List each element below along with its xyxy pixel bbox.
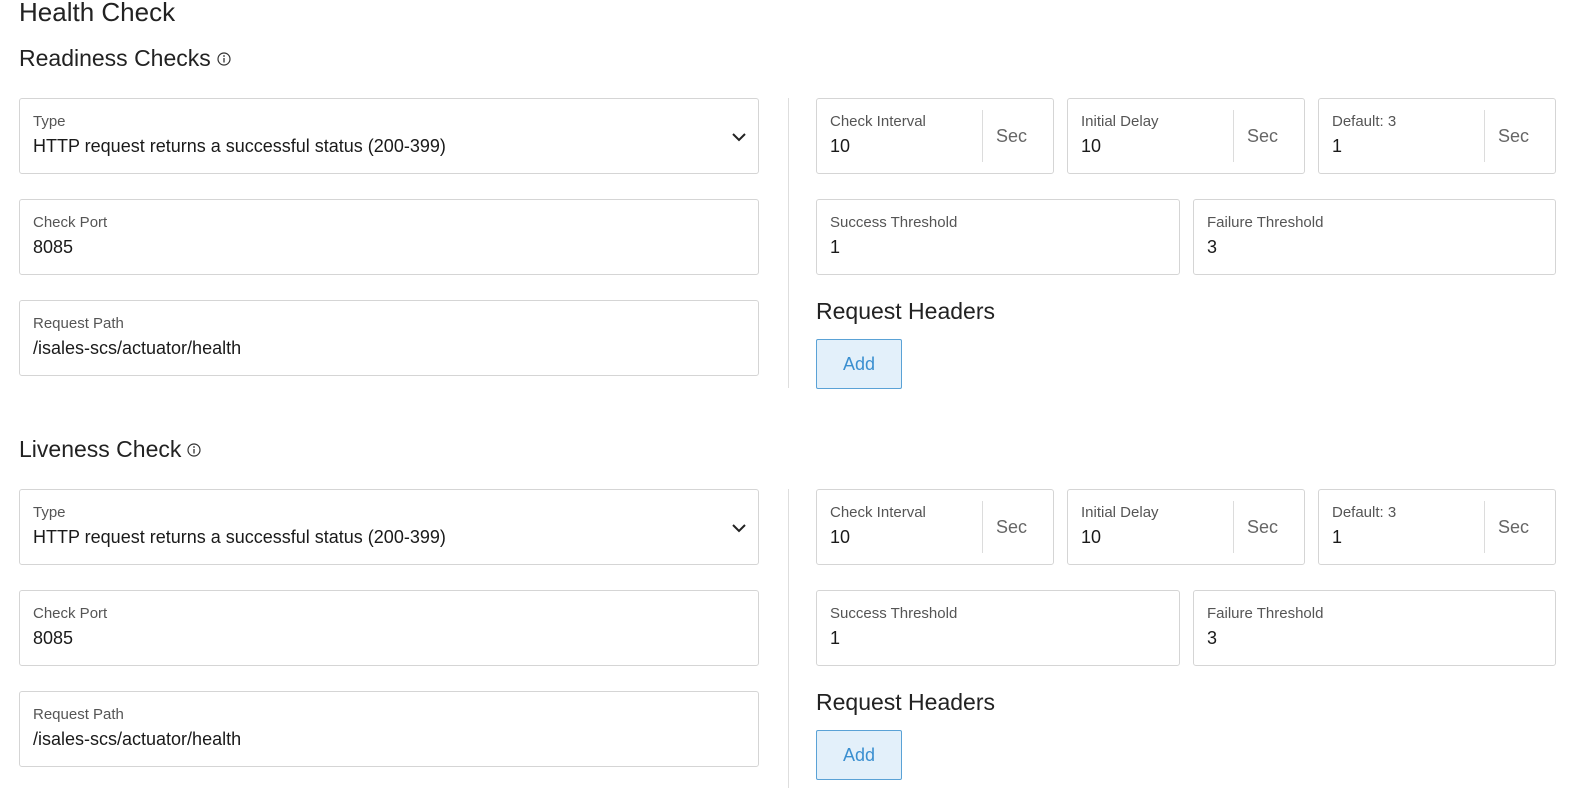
page-title: Health Check bbox=[19, 0, 176, 27]
unit-label: Sec bbox=[995, 517, 1027, 537]
success-threshold-value: 1 bbox=[830, 628, 841, 648]
failure-threshold-value: 3 bbox=[1207, 237, 1218, 257]
unit-separator bbox=[1484, 501, 1485, 553]
liveness-initial-delay-field[interactable]: Initial Delay 10 Sec bbox=[1067, 489, 1305, 565]
check-port-label: Check Port bbox=[33, 214, 108, 231]
unit-separator bbox=[982, 501, 983, 553]
readiness-add-header-button[interactable]: Add bbox=[816, 339, 902, 389]
liveness-success-threshold-field[interactable]: Success Threshold 1 bbox=[816, 590, 1180, 666]
failure-threshold-value: 3 bbox=[1207, 628, 1218, 648]
check-port-label: Check Port bbox=[33, 605, 108, 622]
liveness-check-interval-field[interactable]: Check Interval 10 Sec bbox=[816, 489, 1054, 565]
unit-separator bbox=[1233, 501, 1234, 553]
unit-label: Sec bbox=[1246, 126, 1278, 146]
liveness-type-select[interactable]: Type HTTP request returns a successful s… bbox=[19, 489, 759, 565]
info-icon[interactable] bbox=[187, 442, 201, 457]
unit-label: Sec bbox=[1497, 517, 1529, 537]
unit-separator bbox=[982, 110, 983, 162]
chevron-down-icon[interactable] bbox=[730, 128, 748, 146]
unit-separator bbox=[1233, 110, 1234, 162]
readiness-type-select[interactable]: Type HTTP request returns a successful s… bbox=[19, 98, 759, 174]
success-threshold-label: Success Threshold bbox=[830, 605, 958, 622]
timeout-value: 1 bbox=[1332, 527, 1343, 547]
type-label: Type bbox=[33, 504, 66, 521]
timeout-value: 1 bbox=[1332, 136, 1343, 156]
timeout-label: Default: 3 bbox=[1332, 113, 1397, 130]
check-port-value: 8085 bbox=[33, 628, 74, 648]
initial-delay-value: 10 bbox=[1081, 136, 1102, 156]
readiness-initial-delay-field[interactable]: Initial Delay 10 Sec bbox=[1067, 98, 1305, 174]
liveness-check-port-field[interactable]: Check Port 8085 bbox=[19, 590, 759, 666]
readiness-section-title: Readiness Checks bbox=[19, 45, 231, 72]
initial-delay-value: 10 bbox=[1081, 527, 1102, 547]
readiness-failure-threshold-field[interactable]: Failure Threshold 3 bbox=[1193, 199, 1556, 275]
check-interval-value: 10 bbox=[830, 527, 851, 547]
request-path-value: /isales-scs/actuator/health bbox=[33, 338, 242, 358]
failure-threshold-label: Failure Threshold bbox=[1207, 605, 1324, 622]
liveness-request-headers-title: Request Headers bbox=[816, 689, 995, 715]
info-icon[interactable] bbox=[217, 51, 231, 66]
success-threshold-label: Success Threshold bbox=[830, 214, 958, 231]
check-interval-label: Check Interval bbox=[830, 504, 926, 521]
liveness-title-text: Liveness Check bbox=[19, 436, 182, 462]
liveness-failure-threshold-field[interactable]: Failure Threshold 3 bbox=[1193, 590, 1556, 666]
unit-label: Sec bbox=[1497, 126, 1529, 146]
initial-delay-label: Initial Delay bbox=[1081, 113, 1159, 130]
chevron-down-icon[interactable] bbox=[730, 519, 748, 537]
liveness-timeout-field[interactable]: Default: 3 1 Sec bbox=[1318, 489, 1556, 565]
success-threshold-value: 1 bbox=[830, 237, 841, 257]
readiness-request-path-field[interactable]: Request Path /isales-scs/actuator/health bbox=[19, 300, 759, 376]
readiness-success-threshold-field[interactable]: Success Threshold 1 bbox=[816, 199, 1180, 275]
section-divider bbox=[788, 489, 789, 788]
type-label: Type bbox=[33, 113, 66, 130]
request-path-value: /isales-scs/actuator/health bbox=[33, 729, 242, 749]
liveness-section-title: Liveness Check bbox=[19, 436, 201, 463]
readiness-title-text: Readiness Checks bbox=[19, 45, 211, 71]
check-interval-value: 10 bbox=[830, 136, 851, 156]
liveness-request-path-field[interactable]: Request Path /isales-scs/actuator/health bbox=[19, 691, 759, 767]
request-path-label: Request Path bbox=[33, 706, 124, 723]
unit-label: Sec bbox=[1246, 517, 1278, 537]
initial-delay-label: Initial Delay bbox=[1081, 504, 1159, 521]
timeout-label: Default: 3 bbox=[1332, 504, 1397, 521]
type-value: HTTP request returns a successful status… bbox=[33, 527, 446, 547]
readiness-request-headers-title: Request Headers bbox=[816, 298, 995, 324]
section-divider bbox=[788, 98, 789, 388]
type-value: HTTP request returns a successful status… bbox=[33, 136, 446, 156]
unit-label: Sec bbox=[995, 126, 1027, 146]
readiness-check-interval-field[interactable]: Check Interval 10 Sec bbox=[816, 98, 1054, 174]
request-path-label: Request Path bbox=[33, 315, 124, 332]
liveness-add-header-button[interactable]: Add bbox=[816, 730, 902, 780]
check-interval-label: Check Interval bbox=[830, 113, 926, 130]
failure-threshold-label: Failure Threshold bbox=[1207, 214, 1324, 231]
readiness-timeout-field[interactable]: Default: 3 1 Sec bbox=[1318, 98, 1556, 174]
check-port-value: 8085 bbox=[33, 237, 74, 257]
readiness-check-port-field[interactable]: Check Port 8085 bbox=[19, 199, 759, 275]
unit-separator bbox=[1484, 110, 1485, 162]
